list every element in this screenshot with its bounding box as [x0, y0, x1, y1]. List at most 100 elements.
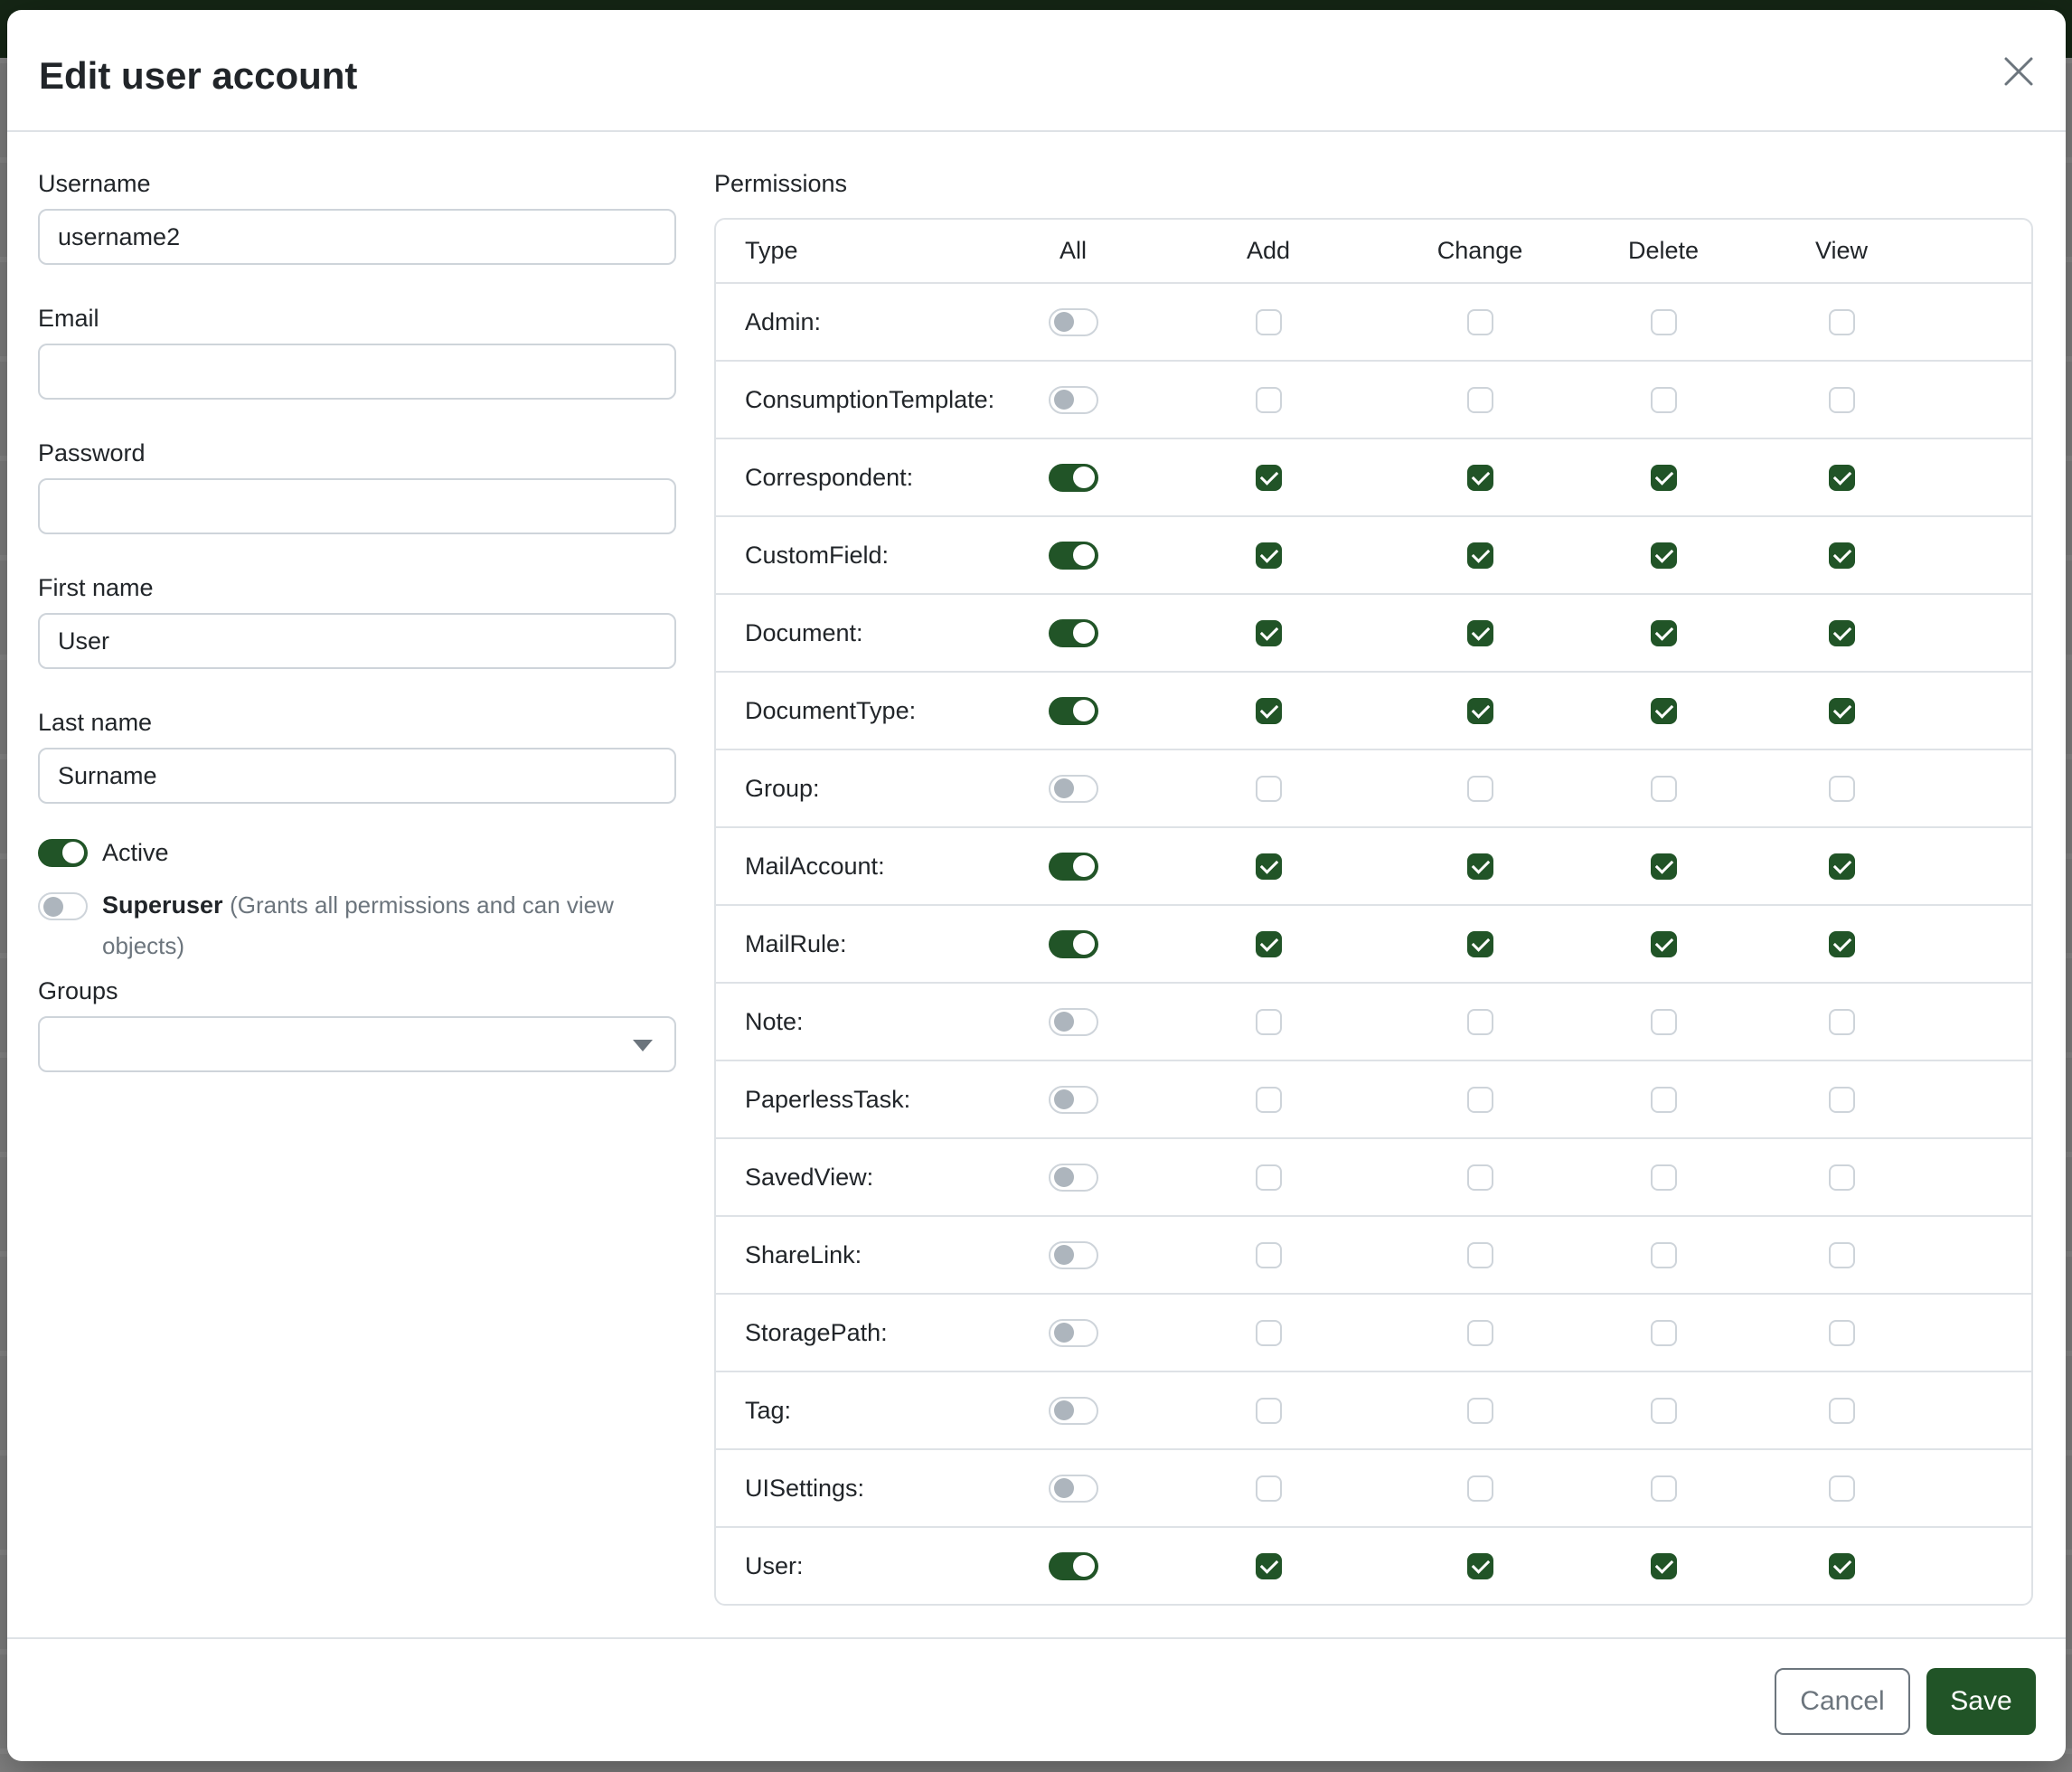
permission-all-toggle[interactable] [1049, 464, 1098, 492]
permission-all-toggle[interactable] [1049, 308, 1098, 336]
permission-view-checkbox[interactable] [1829, 620, 1855, 646]
permission-view-checkbox[interactable] [1829, 309, 1855, 335]
permission-all-toggle[interactable] [1049, 930, 1098, 958]
permission-all-toggle[interactable] [1049, 1397, 1098, 1425]
permission-delete-checkbox[interactable] [1651, 309, 1677, 335]
permission-delete-checkbox[interactable] [1651, 698, 1677, 724]
permission-add-checkbox[interactable] [1256, 931, 1282, 957]
active-toggle[interactable] [38, 839, 88, 867]
permission-all-toggle[interactable] [1049, 1241, 1098, 1269]
permission-view-checkbox[interactable] [1829, 1242, 1855, 1268]
permission-all-toggle[interactable] [1049, 1552, 1098, 1580]
permission-view-checkbox[interactable] [1829, 465, 1855, 491]
permission-view-checkbox[interactable] [1829, 1475, 1855, 1502]
permission-delete-checkbox[interactable] [1651, 1009, 1677, 1035]
permission-change-checkbox[interactable] [1467, 620, 1493, 646]
permission-delete-checkbox[interactable] [1651, 1242, 1677, 1268]
close-button[interactable] [1999, 52, 2039, 91]
permission-change-checkbox[interactable] [1467, 1320, 1493, 1346]
superuser-toggle[interactable] [38, 892, 88, 920]
permission-change-checkbox[interactable] [1467, 465, 1493, 491]
permission-add-checkbox[interactable] [1256, 620, 1282, 646]
permission-add-checkbox[interactable] [1256, 542, 1282, 569]
username-input[interactable] [38, 209, 676, 265]
permission-view-checkbox[interactable] [1829, 776, 1855, 802]
permission-delete-checkbox[interactable] [1651, 542, 1677, 569]
permission-delete-checkbox[interactable] [1651, 1164, 1677, 1191]
permission-add-checkbox[interactable] [1256, 1087, 1282, 1113]
permission-delete-checkbox[interactable] [1651, 931, 1677, 957]
permission-change-checkbox[interactable] [1467, 776, 1493, 802]
permission-add-checkbox[interactable] [1256, 1475, 1282, 1502]
permission-all-toggle[interactable] [1049, 853, 1098, 881]
permission-add-checkbox[interactable] [1256, 387, 1282, 413]
permission-change-checkbox[interactable] [1467, 1087, 1493, 1113]
permission-add-checkbox[interactable] [1256, 1242, 1282, 1268]
permission-delete-checkbox[interactable] [1651, 776, 1677, 802]
permission-delete-checkbox[interactable] [1651, 1398, 1677, 1424]
permission-view-checkbox[interactable] [1829, 1009, 1855, 1035]
permission-delete-checkbox[interactable] [1651, 465, 1677, 491]
permission-add-checkbox[interactable] [1256, 1320, 1282, 1346]
permission-all-toggle[interactable] [1049, 1319, 1098, 1347]
permission-add-checkbox[interactable] [1256, 1164, 1282, 1191]
permission-change-checkbox[interactable] [1467, 698, 1493, 724]
permission-all-toggle[interactable] [1049, 386, 1098, 414]
groups-select[interactable] [38, 1016, 676, 1072]
permission-change-checkbox[interactable] [1467, 1164, 1493, 1191]
permission-all-toggle[interactable] [1049, 775, 1098, 803]
permission-change-checkbox[interactable] [1467, 1242, 1493, 1268]
permission-view-checkbox[interactable] [1829, 387, 1855, 413]
permission-all-toggle[interactable] [1049, 1086, 1098, 1114]
permission-view-checkbox[interactable] [1829, 542, 1855, 569]
permission-view-checkbox[interactable] [1829, 1087, 1855, 1113]
permission-delete-checkbox[interactable] [1651, 620, 1677, 646]
permission-all-toggle[interactable] [1049, 697, 1098, 725]
password-input[interactable] [38, 478, 676, 534]
permission-change-checkbox[interactable] [1467, 1009, 1493, 1035]
permission-change-checkbox[interactable] [1467, 1553, 1493, 1579]
last-name-input[interactable] [38, 748, 676, 804]
permission-add-checkbox[interactable] [1256, 465, 1282, 491]
permission-delete-checkbox[interactable] [1651, 853, 1677, 880]
permission-delete-checkbox[interactable] [1651, 1087, 1677, 1113]
permission-view-checkbox[interactable] [1829, 698, 1855, 724]
permission-change-checkbox[interactable] [1467, 1398, 1493, 1424]
permission-change-checkbox[interactable] [1467, 387, 1493, 413]
permission-change-checkbox[interactable] [1467, 853, 1493, 880]
cancel-button[interactable]: Cancel [1775, 1668, 1910, 1735]
permission-change-checkbox[interactable] [1467, 1475, 1493, 1502]
permission-delete-checkbox[interactable] [1651, 1475, 1677, 1502]
permission-delete-checkbox[interactable] [1651, 387, 1677, 413]
permission-add-checkbox[interactable] [1256, 1009, 1282, 1035]
permission-all-toggle[interactable] [1049, 542, 1098, 570]
permission-add-checkbox[interactable] [1256, 1553, 1282, 1579]
permission-view-checkbox[interactable] [1829, 931, 1855, 957]
permission-all-toggle[interactable] [1049, 1164, 1098, 1192]
permission-view-checkbox[interactable] [1829, 1164, 1855, 1191]
permission-delete-checkbox[interactable] [1651, 1553, 1677, 1579]
permission-change-checkbox[interactable] [1467, 542, 1493, 569]
permission-change-checkbox[interactable] [1467, 309, 1493, 335]
save-button[interactable]: Save [1926, 1668, 2036, 1735]
permission-all-toggle[interactable] [1049, 1008, 1098, 1036]
permission-view-checkbox[interactable] [1829, 853, 1855, 880]
email-input[interactable] [38, 344, 676, 400]
permission-view-checkbox[interactable] [1829, 1398, 1855, 1424]
permission-view-checkbox[interactable] [1829, 1320, 1855, 1346]
permission-delete-checkbox[interactable] [1651, 1320, 1677, 1346]
groups-label: Groups [38, 977, 676, 1005]
permission-type-label: Document: [716, 619, 969, 647]
permission-add-checkbox[interactable] [1256, 309, 1282, 335]
permission-add-checkbox[interactable] [1256, 698, 1282, 724]
permission-all-toggle[interactable] [1049, 1475, 1098, 1503]
permission-add-checkbox[interactable] [1256, 776, 1282, 802]
superuser-label: Superuser [102, 891, 223, 919]
permission-row: MailAccount: [716, 828, 2031, 906]
permission-all-toggle[interactable] [1049, 619, 1098, 647]
permission-add-checkbox[interactable] [1256, 1398, 1282, 1424]
permission-add-checkbox[interactable] [1256, 853, 1282, 880]
permission-view-checkbox[interactable] [1829, 1553, 1855, 1579]
first-name-input[interactable] [38, 613, 676, 669]
permission-change-checkbox[interactable] [1467, 931, 1493, 957]
